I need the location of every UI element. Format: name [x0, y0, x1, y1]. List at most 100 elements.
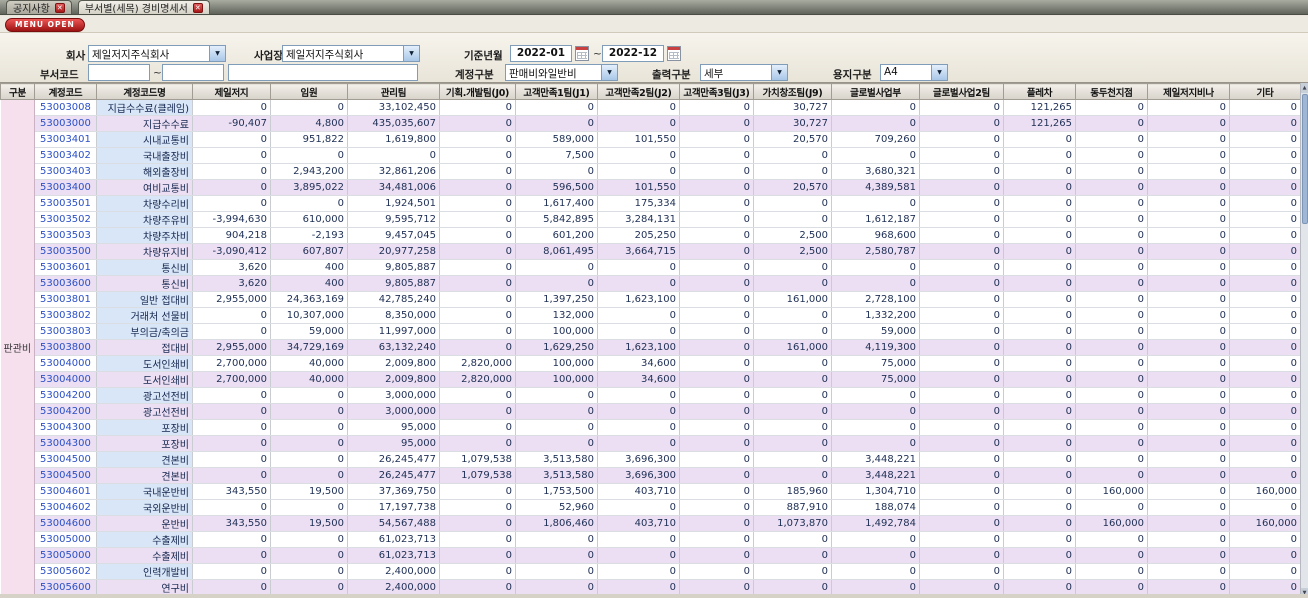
tab-notice[interactable]: 공지사항 ✕ — [6, 0, 72, 15]
table-row[interactable]: 53003403 해외출장비 0 2,943,200 32,861,206 0 0 0 0 0 3,… — [1, 163, 1301, 180]
table-row[interactable]: 53004600 운반비 343,550 19,500 54,567,488 0 1,806… — [1, 515, 1301, 532]
table-row[interactable]: 53003501 차량수리비 0 0 1,924,501 0 1,617,400 175,33… — [1, 195, 1301, 212]
column-header[interactable]: 플레차 — [1003, 83, 1076, 100]
account-code[interactable]: 53004300 — [34, 435, 97, 452]
chevron-down-icon[interactable]: ▼ — [771, 65, 787, 80]
table-row[interactable]: 53003500 차량유지비 -3,090,412 607,807 20,977,258… — [1, 243, 1301, 260]
account-code[interactable]: 53004601 — [34, 483, 97, 500]
account-code[interactable]: 53004300 — [34, 419, 97, 436]
output-type-select[interactable]: 세부 ▼ — [700, 64, 788, 81]
table-row[interactable]: 53004000 도서인쇄비 2,700,000 40,000 2,009,800 2,8… — [1, 355, 1301, 372]
table-row[interactable]: 53003400 여비교통비 0 3,895,022 34,481,006 0 596,50… — [1, 179, 1301, 196]
table-row[interactable]: 53005602 인력개발비 0 0 2,400,000 0 0 0 0 0 0 0 0 0 0 0 — [1, 563, 1301, 580]
chevron-down-icon[interactable]: ▼ — [931, 65, 947, 80]
tab-expense-report[interactable]: 부서별(세목) 경비명세서 ✕ — [77, 0, 210, 15]
account-code[interactable]: 53003503 — [34, 227, 97, 244]
calendar-icon[interactable] — [667, 46, 681, 61]
column-header[interactable]: 임원 — [270, 83, 348, 100]
column-header[interactable]: 고객만족2팀(J2) — [597, 83, 680, 100]
account-code[interactable]: 53003601 — [34, 259, 97, 276]
account-code[interactable]: 53004000 — [34, 355, 97, 372]
column-header[interactable]: 고객만족3팀(J3) — [679, 83, 754, 100]
paper-type-select[interactable]: A4 ▼ — [880, 64, 948, 81]
account-code[interactable]: 53003803 — [34, 323, 97, 340]
table-row[interactable]: 53005000 수출제비 0 0 61,023,713 0 0 0 0 0 0 0 0 0 0 0 — [1, 547, 1301, 564]
menu-open-button[interactable]: MENU OPEN — [5, 18, 85, 32]
table-row[interactable]: 53004200 광고선전비 0 0 3,000,000 0 0 0 0 0 0 0 0 0 0 0 — [1, 387, 1301, 404]
column-header[interactable]: 계정코드 — [34, 83, 97, 100]
account-code[interactable]: 53004200 — [34, 403, 97, 420]
table-row[interactable]: 53004200 광고선전비 0 0 3,000,000 0 0 0 0 0 0 0 0 0 0 0 — [1, 403, 1301, 420]
dept-code-to-input[interactable] — [162, 64, 224, 81]
column-header[interactable]: 구분 — [0, 83, 35, 100]
column-header[interactable]: 동두천지점 — [1075, 83, 1148, 100]
table-row[interactable]: 53004300 포장비 0 0 95,000 0 0 0 0 0 0 0 0 0 0 0 — [1, 419, 1301, 436]
workplace-select[interactable]: 제일저지주식회사 ▼ — [282, 45, 420, 62]
account-code[interactable]: 53003402 — [34, 147, 97, 164]
dept-code-from-input[interactable] — [88, 64, 150, 81]
account-code[interactable]: 53003501 — [34, 195, 97, 212]
table-row[interactable]: 53003800 접대비 2,955,000 34,729,169 63,132,240… — [1, 339, 1301, 356]
account-code[interactable]: 53003502 — [34, 211, 97, 228]
column-header[interactable]: 관리팀 — [347, 83, 440, 100]
table-row[interactable]: 53003000 지급수수료 -90,407 4,800 435,035,607 0 0 0 0… — [1, 115, 1301, 132]
period-to-input[interactable]: 2022-12 — [602, 45, 664, 62]
column-header[interactable]: 계정코드명 — [96, 83, 193, 100]
account-code[interactable]: 53005000 — [34, 531, 97, 548]
account-code[interactable]: 53004600 — [34, 515, 97, 532]
account-code[interactable]: 53003403 — [34, 163, 97, 180]
account-code[interactable]: 53003401 — [34, 131, 97, 148]
table-row[interactable]: 53003601 통신비 3,620 400 9,805,887 0 0 0 0 0 0 0 0 0 0 0 — [1, 259, 1301, 276]
table-row[interactable]: 판관비 53003008 지급수수료(클레임) 0 0 33,102,450 0 0 0 0 30,… — [0, 99, 1301, 596]
table-row[interactable]: 53004300 포장비 0 0 95,000 0 0 0 0 0 0 0 0 0 0 0 — [1, 435, 1301, 452]
account-code[interactable]: 53003801 — [34, 291, 97, 308]
table-row[interactable]: 53003503 차량주차비 904,218 -2,193 9,457,045 0 601,… — [1, 227, 1301, 244]
column-header[interactable]: 제일저지비나 — [1147, 83, 1230, 100]
column-header[interactable]: 기타 — [1229, 83, 1301, 100]
calendar-icon[interactable] — [575, 46, 589, 61]
scroll-up-icon[interactable]: ▲ — [1301, 83, 1308, 93]
account-code[interactable]: 53005000 — [34, 547, 97, 564]
chevron-down-icon[interactable]: ▼ — [209, 46, 225, 61]
close-icon[interactable]: ✕ — [192, 2, 203, 13]
chevron-down-icon[interactable]: ▼ — [601, 65, 617, 80]
table-row[interactable]: 53004601 국내운반비 343,550 19,500 37,369,750 0 1,7… — [1, 483, 1301, 500]
vertical-scrollbar[interactable]: ▲ ▼ — [1300, 83, 1308, 598]
close-icon[interactable]: ✕ — [54, 2, 65, 13]
table-row[interactable]: 53005000 수출제비 0 0 61,023,713 0 0 0 0 0 0 0 0 0 0 0 — [1, 531, 1301, 548]
column-header[interactable]: 글로벌사업2팀 — [919, 83, 1004, 100]
column-header[interactable]: 기획.개발팀(J0) — [439, 83, 516, 100]
column-header[interactable]: 제일저지 — [192, 83, 271, 100]
table-row[interactable]: 53004602 국외운반비 0 0 17,197,738 0 52,960 0 0 887,91… — [1, 499, 1301, 516]
chevron-down-icon[interactable]: ▼ — [403, 46, 419, 61]
account-code[interactable]: 53004000 — [34, 371, 97, 388]
column-header[interactable]: 가치창조팀(J9) — [753, 83, 832, 100]
table-row[interactable]: 53003803 부의금/축의금 0 59,000 11,997,000 0 100,000… — [1, 323, 1301, 340]
column-header[interactable]: 글로벌사업부 — [831, 83, 920, 100]
account-code[interactable]: 53003600 — [34, 275, 97, 292]
account-type-select[interactable]: 판매비와일반비 ▼ — [505, 64, 618, 81]
table-row[interactable]: 53003401 시내교통비 0 951,822 1,619,800 0 589,000 10… — [1, 131, 1301, 148]
account-code[interactable]: 53005602 — [34, 563, 97, 580]
period-from-input[interactable]: 2022-01 — [510, 45, 572, 62]
table-row[interactable]: 53004000 도서인쇄비 2,700,000 40,000 2,009,800 2,8… — [1, 371, 1301, 388]
account-code[interactable]: 53003800 — [34, 339, 97, 356]
table-row[interactable]: 53004500 견본비 0 0 26,245,477 1,079,538 3,513,58… — [1, 467, 1301, 484]
table-row[interactable]: 53003801 일반 접대비 2,955,000 24,363,169 42,785,… — [1, 291, 1301, 308]
account-code[interactable]: 53003400 — [34, 179, 97, 196]
table-row[interactable]: 53003502 차량주유비 -3,994,630 610,000 9,595,712 0… — [1, 211, 1301, 228]
table-row[interactable]: 53003802 거래처 선물비 0 10,307,000 8,350,000 0 132,… — [1, 307, 1301, 324]
column-header[interactable]: 고객만족1팀(J1) — [515, 83, 598, 100]
account-code[interactable]: 53004602 — [34, 499, 97, 516]
company-select[interactable]: 제일저지주식회사 ▼ — [88, 45, 226, 62]
account-code[interactable]: 53004500 — [34, 451, 97, 468]
scrollbar-thumb[interactable] — [1302, 94, 1308, 224]
dept-name-field[interactable] — [228, 64, 418, 81]
table-row[interactable]: 53003402 국내출장비 0 0 0 0 7,500 0 0 0 0 0 0 0 0 0 — [1, 147, 1301, 164]
account-code[interactable]: 53004500 — [34, 467, 97, 484]
table-row[interactable]: 53004500 견본비 0 0 26,245,477 1,079,538 3,513,58… — [1, 451, 1301, 468]
account-code[interactable]: 53003000 — [34, 115, 97, 132]
account-code[interactable]: 53004200 — [34, 387, 97, 404]
account-code[interactable]: 53003500 — [34, 243, 97, 260]
account-code[interactable]: 53003802 — [34, 307, 97, 324]
